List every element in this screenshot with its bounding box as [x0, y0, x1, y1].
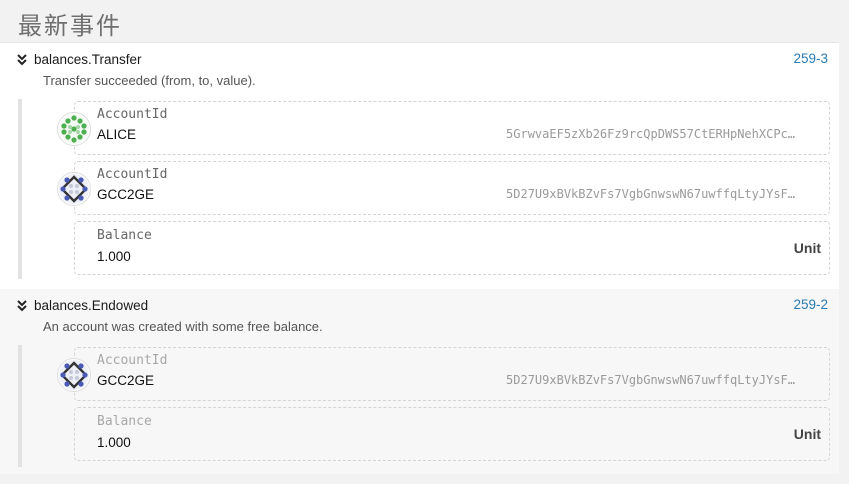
event-params: AccountId ALICE 5GrwvaEF5zXb26Fz9rcQpDWS… — [18, 99, 830, 279]
account-address[interactable]: 5D27U9xBVkBZvFs7VgbGnwswN67uwffqLtyJYsF… — [506, 373, 795, 387]
identicon-icon[interactable] — [57, 358, 91, 392]
param-label: AccountId — [97, 107, 168, 122]
param-label: AccountId — [97, 353, 168, 368]
param-account-from: AccountId ALICE 5GrwvaEF5zXb26Fz9rcQpDWS… — [57, 101, 830, 155]
page-header: 最新事件 — [0, 0, 849, 42]
account-address[interactable]: 5D27U9xBVkBZvFs7VgbGnwswN67uwffqLtyJYsF… — [506, 187, 795, 201]
event-toggle[interactable]: balances.Transfer — [16, 52, 142, 67]
param-label: Balance — [97, 414, 152, 429]
param-label: AccountId — [97, 167, 168, 182]
event-name: balances.Transfer — [34, 52, 142, 67]
chevron-double-down-icon — [17, 299, 27, 311]
events-list: balances.Transfer Transfer succeeded (fr… — [0, 42, 839, 474]
account-name: GCC2GE — [97, 187, 155, 202]
balance-unit: Unit — [793, 240, 821, 256]
identicon-icon[interactable] — [57, 172, 91, 206]
balance-value: 1.000 — [97, 435, 131, 450]
event-block-link[interactable]: 259-3 — [793, 51, 828, 66]
identicon-icon[interactable] — [57, 112, 91, 146]
chevron-double-down-icon — [17, 53, 27, 65]
event-block-link[interactable]: 259-2 — [793, 297, 828, 312]
event-params: AccountId GCC2GE 5D27U9xBVkBZvFs7VgbGnws… — [18, 345, 830, 467]
account-address[interactable]: 5GrwvaEF5zXb26Fz9rcQpDWS57CtERHpNehXCPc… — [506, 127, 795, 141]
page-title: 最新事件 — [18, 12, 122, 40]
event-item: balances.Endowed An account was created … — [0, 289, 839, 474]
event-toggle[interactable]: balances.Endowed — [16, 298, 148, 313]
event-name: balances.Endowed — [34, 298, 149, 313]
param-balance: Balance 1.000 Unit — [74, 221, 830, 275]
event-description: Transfer succeeded (from, to, value). — [43, 73, 256, 88]
account-name: ALICE — [97, 127, 137, 142]
param-balance: Balance 1.000 Unit — [74, 407, 830, 461]
account-name: GCC2GE — [97, 373, 155, 388]
param-account-to: AccountId GCC2GE 5D27U9xBVkBZvFs7VgbGnws… — [57, 161, 830, 215]
param-label: Balance — [97, 228, 152, 243]
event-description: An account was created with some free ba… — [43, 319, 323, 334]
param-account: AccountId GCC2GE 5D27U9xBVkBZvFs7VgbGnws… — [57, 347, 830, 401]
balance-unit: Unit — [793, 426, 821, 442]
balance-value: 1.000 — [97, 249, 131, 264]
event-item: balances.Transfer Transfer succeeded (fr… — [0, 43, 839, 289]
